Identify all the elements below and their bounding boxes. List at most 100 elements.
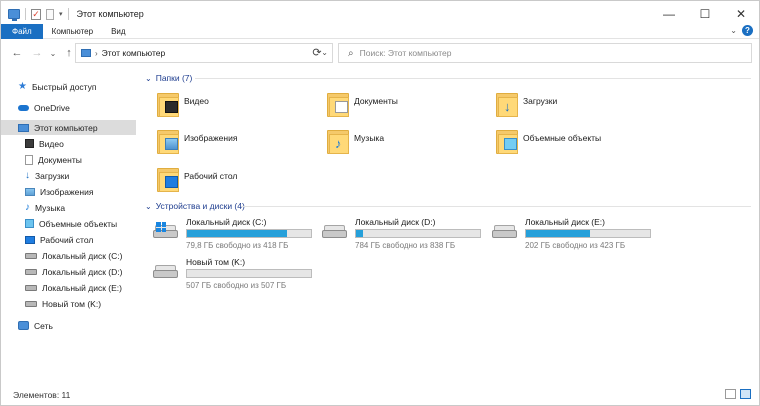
folder-music[interactable]: ♪ Музыка <box>327 128 487 164</box>
drive-icon <box>25 268 37 275</box>
folder-documents[interactable]: Документы <box>327 91 487 127</box>
search-input[interactable]: ⌕ Поиск: Этот компьютер <box>338 43 752 63</box>
tab-computer[interactable]: Компьютер <box>43 24 102 39</box>
sidebar-item-documents[interactable]: Документы <box>25 152 82 167</box>
folder-desktop[interactable]: Рабочий стол <box>157 166 317 202</box>
drive-name: Локальный диск (E:) <box>525 217 605 227</box>
address-bar[interactable]: › Этот компьютер ⌄ <box>75 43 333 63</box>
drive-icon <box>322 225 347 239</box>
sidebar-item-drive-k[interactable]: Новый том (K:) <box>25 296 101 311</box>
pictures-icon <box>25 187 35 196</box>
drive-usage-bar <box>186 229 312 238</box>
drive-usage-bar <box>186 269 312 278</box>
downloads-folder-icon: ↓ <box>496 91 518 117</box>
divider <box>195 78 751 79</box>
forward-button[interactable]: → <box>29 45 45 61</box>
properties-icon[interactable]: ✓ <box>31 8 41 20</box>
folder-label: Видео <box>184 96 209 106</box>
sidebar-item-pictures[interactable]: Изображения <box>25 184 93 199</box>
sidebar-item-drive-c[interactable]: Локальный диск (C:) <box>25 248 122 263</box>
drives-section-header[interactable]: ⌄ Устройства и диски (4) <box>145 200 245 212</box>
drive-free-space: 784 ГБ свободно из 838 ГБ <box>355 241 456 250</box>
download-icon: ↓ <box>25 170 30 181</box>
sidebar-item-downloads[interactable]: ↓ Загрузки <box>25 168 69 183</box>
folder-label: Музыка <box>354 133 385 143</box>
sidebar-item-label: Новый том (K:) <box>42 298 102 309</box>
sidebar-item-desktop[interactable]: Рабочий стол <box>25 232 93 247</box>
new-folder-icon[interactable] <box>46 8 54 20</box>
sidebar-item-label: Локальный диск (E:) <box>42 282 122 293</box>
sidebar-item-network[interactable]: Сеть <box>18 318 53 333</box>
documents-icon <box>25 154 33 165</box>
navigation-bar: ← → ⌄ ↑ › Этот компьютер ⌄ ⟳ ⌕ Поиск: Эт… <box>1 41 759 65</box>
breadcrumb[interactable]: Этот компьютер <box>102 48 166 58</box>
sidebar-item-music[interactable]: ♪ Музыка <box>25 200 65 215</box>
drive-k[interactable]: Новый том (K:) 507 ГБ свободно из 507 ГБ <box>153 257 318 291</box>
drive-usage-bar <box>525 229 651 238</box>
breadcrumb-chevron-icon[interactable]: › <box>95 49 98 58</box>
sidebar-item-label: OneDrive <box>34 102 70 113</box>
folder-pictures[interactable]: Изображения <box>157 128 317 164</box>
tab-view[interactable]: Вид <box>102 24 134 39</box>
desktop-icon <box>25 235 35 244</box>
sidebar-item-label: Документы <box>38 154 82 165</box>
folder-downloads[interactable]: ↓ Загрузки <box>496 91 656 127</box>
drive-usage-fill <box>187 230 288 237</box>
folders-section-header[interactable]: ⌄ Папки (7) <box>145 72 192 84</box>
chevron-down-icon: ⌄ <box>145 201 152 211</box>
windows-logo-icon <box>156 222 166 232</box>
sidebar-item-quick-access[interactable]: ★ Быстрый доступ <box>18 79 97 94</box>
chevron-down-icon: ⌄ <box>145 73 152 83</box>
tab-file[interactable]: Файл <box>1 23 43 39</box>
help-button[interactable]: ? <box>742 25 753 36</box>
drive-name: Новый том (K:) <box>186 257 246 267</box>
music-icon: ♪ <box>25 202 30 213</box>
drive-icon <box>492 225 517 239</box>
sidebar-item-drive-e[interactable]: Локальный диск (E:) <box>25 280 122 295</box>
drive-name: Локальный диск (D:) <box>355 217 436 227</box>
drive-icon <box>153 265 178 279</box>
drive-d[interactable]: Локальный диск (D:) 784 ГБ свободно из 8… <box>322 217 487 251</box>
folder-label: Объемные объекты <box>523 133 602 143</box>
search-placeholder: Поиск: Этот компьютер <box>359 48 452 58</box>
sidebar-item-label: Локальный диск (D:) <box>42 266 123 277</box>
customize-toolbar-icon[interactable]: ▾ <box>59 10 63 18</box>
folder-label: Загрузки <box>523 96 558 106</box>
drive-icon <box>25 252 37 259</box>
sidebar-item-3d-objects[interactable]: Объемные объекты <box>25 216 117 231</box>
sidebar-item-label: Загрузки <box>35 170 70 181</box>
folder-label: Документы <box>354 96 398 106</box>
details-view-icon[interactable] <box>725 389 736 399</box>
drive-free-space: 507 ГБ свободно из 507 ГБ <box>186 281 287 290</box>
refresh-button[interactable]: ⟳ <box>307 43 327 61</box>
3d-objects-icon <box>25 219 34 228</box>
sidebar-item-onedrive[interactable]: OneDrive <box>18 100 70 115</box>
sidebar-item-label: Быстрый доступ <box>31 81 97 92</box>
sidebar-item-video[interactable]: Видео <box>25 136 64 151</box>
network-icon <box>18 321 29 330</box>
drive-free-space: 79,8 ГБ свободно из 418 ГБ <box>186 241 289 250</box>
drive-icon <box>25 300 37 307</box>
documents-folder-icon <box>327 91 349 117</box>
drive-c[interactable]: Локальный диск (C:) 79,8 ГБ свободно из … <box>153 217 318 251</box>
sidebar-item-drive-d[interactable]: Локальный диск (D:) <box>25 264 122 279</box>
large-icons-view-icon[interactable] <box>740 389 751 399</box>
search-icon: ⌕ <box>348 47 354 59</box>
back-button[interactable]: ← <box>9 45 25 61</box>
3d-objects-folder-icon <box>496 128 518 154</box>
desktop-folder-icon <box>157 166 179 192</box>
computer-icon <box>8 9 20 21</box>
folder-video[interactable]: Видео <box>157 91 317 127</box>
expand-ribbon-icon[interactable]: ⌄ <box>730 26 737 35</box>
recent-locations-icon[interactable]: ⌄ <box>45 45 61 61</box>
drive-e[interactable]: Локальный диск (E:) 202 ГБ свободно из 4… <box>492 217 657 251</box>
folder-label: Рабочий стол <box>184 171 238 181</box>
music-folder-icon: ♪ <box>327 128 349 154</box>
view-switcher <box>725 389 751 399</box>
sidebar-item-label: Локальный диск (C:) <box>42 250 123 261</box>
video-icon <box>25 139 34 148</box>
sidebar-item-this-pc[interactable]: Этот компьютер <box>1 120 136 135</box>
sidebar-item-label: Объемные объекты <box>39 218 118 229</box>
folder-3d-objects[interactable]: Объемные объекты <box>496 128 656 164</box>
sidebar-item-label: Видео <box>39 138 64 149</box>
